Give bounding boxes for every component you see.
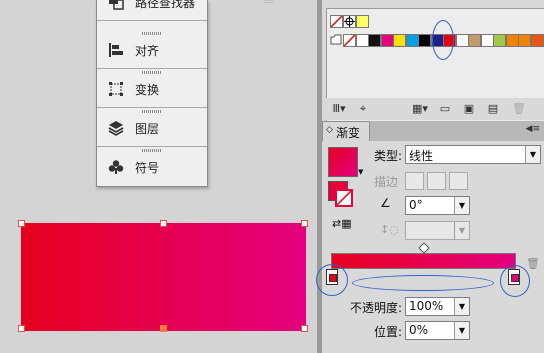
panel-grip[interactable] (142, 149, 162, 152)
selection-handle-br[interactable] (301, 325, 308, 332)
stroke-gradient-along-icon[interactable] (427, 172, 446, 190)
color-swatch[interactable] (330, 15, 343, 28)
gradient-preview-swatch[interactable] (328, 147, 358, 177)
angle-icon: ∠ (380, 196, 391, 210)
selection-handle-bottom[interactable] (160, 325, 167, 332)
align-icon (108, 42, 124, 58)
color-swatch[interactable] (530, 34, 544, 47)
color-swatch[interactable] (518, 34, 531, 47)
color-swatch[interactable] (393, 34, 406, 47)
tab-label: 渐变 (336, 126, 361, 140)
panel-grip[interactable] (142, 110, 162, 113)
location-select[interactable]: 0% ▼ (405, 321, 470, 340)
panel-item-pathfinder[interactable]: 路径查找器 (97, 0, 207, 21)
panel-item-label: 符号 (135, 161, 160, 175)
panel-item-layers[interactable]: 图层 (97, 108, 207, 147)
location-value: 0% (409, 323, 429, 337)
dock-grip[interactable]: ::::: (258, 0, 280, 5)
color-swatch[interactable] (468, 34, 481, 47)
color-swatch[interactable] (455, 34, 469, 47)
delete-swatch-icon[interactable]: 🗑 (512, 102, 526, 116)
symbols-icon (108, 159, 124, 175)
annotation-ellipse-slider (352, 275, 494, 291)
type-label: 类型: (374, 149, 403, 163)
color-swatch[interactable] (480, 34, 494, 47)
stroke-swatch[interactable] (335, 189, 353, 207)
delete-stop-icon[interactable]: 🗑 (526, 257, 540, 270)
panel-item-transform[interactable]: 变换 (97, 69, 207, 108)
stroke-gradient-across-icon[interactable] (449, 172, 468, 190)
swatch-library-icon[interactable]: Ⅲ▾ (332, 102, 346, 116)
panel-grip[interactable] (142, 71, 162, 74)
aspect-icon: ↕◌ (380, 223, 399, 236)
stroke-gradient-within-icon[interactable] (405, 172, 424, 190)
selection-handle-tl[interactable] (18, 220, 25, 227)
pathfinder-icon (108, 0, 124, 10)
tab-collapse-icon[interactable]: ◇ (326, 125, 333, 135)
panel-item-symbols[interactable]: 符号 (97, 147, 207, 185)
annotation-circle-left-stop (316, 264, 348, 296)
annotation-circle-swatch (432, 20, 454, 60)
panel-item-label: 变换 (135, 83, 160, 97)
show-kinds-icon[interactable]: ⌖ (356, 102, 370, 116)
tab-gradient[interactable]: ◇ 渐变 (322, 121, 370, 142)
selection-handle-tr[interactable] (301, 220, 308, 227)
panel-item-label: 路径查找器 (135, 0, 196, 10)
selection-handle-bl[interactable] (18, 325, 25, 332)
swatch-folder-icon[interactable] (330, 34, 342, 45)
chevron-down-icon: ▼ (525, 146, 540, 163)
new-swatch-icon[interactable]: ▤ (486, 102, 500, 116)
color-swatch[interactable] (418, 34, 431, 47)
swatch-options-icon[interactable]: ▦▾ (412, 102, 428, 116)
chevron-down-icon: ▼ (454, 222, 469, 239)
color-swatch[interactable] (343, 15, 356, 28)
color-swatch[interactable] (355, 34, 369, 47)
color-swatch[interactable] (380, 34, 394, 47)
color-swatch[interactable] (505, 34, 519, 47)
panel-item-label: 图层 (135, 122, 160, 136)
panel-item-align[interactable]: 对齐 (97, 30, 207, 69)
transform-icon (108, 81, 124, 97)
color-group-icon[interactable]: ▭ (438, 102, 452, 116)
color-swatch[interactable] (405, 34, 419, 47)
chevron-down-icon: ▼ (454, 197, 469, 214)
chevron-down-icon: ▼ (454, 298, 469, 315)
swatches-toolbar: Ⅲ▾ ⌖ ▦▾ ▭ ▣ ▤ 🗑 (326, 98, 544, 120)
panel-grip[interactable] (142, 32, 162, 35)
new-color-group-icon[interactable]: ▣ (462, 102, 476, 116)
location-label: 位置: (374, 325, 403, 339)
color-swatch[interactable] (493, 34, 506, 47)
opacity-value: 100% (409, 299, 444, 313)
panel-menu-icon[interactable]: ◀≡ (526, 124, 540, 134)
color-swatch[interactable] (368, 34, 381, 47)
type-value: 线性 (409, 149, 434, 163)
stroke-label: 描边 (374, 175, 399, 189)
gradient-rectangle[interactable] (18, 220, 308, 332)
chevron-down-icon: ▼ (454, 322, 469, 339)
selection-handle-top[interactable] (160, 220, 167, 227)
gradient-panel: ▼ 类型: 线性 ▼ 描边 ∠ 0° ▼ ⇄▦ ↕◌ ▼ 🗑 不透明度: 100… (322, 141, 544, 353)
angle-value: 0° (409, 198, 423, 212)
type-select[interactable]: 线性 ▼ (405, 145, 541, 164)
color-swatch[interactable] (343, 34, 356, 47)
panel-item-label: 对齐 (135, 44, 160, 58)
aspect-select[interactable]: ▼ (405, 221, 470, 240)
layers-icon (108, 120, 124, 136)
floating-panel-group: 路径查找器 对齐 变换 图层 符号 (96, 0, 208, 187)
gradient-slider-bar[interactable] (331, 253, 516, 269)
opacity-select[interactable]: 100% ▼ (405, 297, 470, 316)
angle-select[interactable]: 0° ▼ (405, 196, 470, 215)
gradient-midpoint-diamond[interactable] (418, 242, 430, 254)
chevron-down-icon[interactable]: ▼ (358, 168, 363, 176)
annotation-circle-right-stop (500, 265, 530, 297)
reverse-gradient-icon[interactable]: ⇄▦ (332, 217, 352, 230)
color-swatch[interactable] (356, 15, 369, 28)
opacity-label: 不透明度: (350, 301, 403, 315)
